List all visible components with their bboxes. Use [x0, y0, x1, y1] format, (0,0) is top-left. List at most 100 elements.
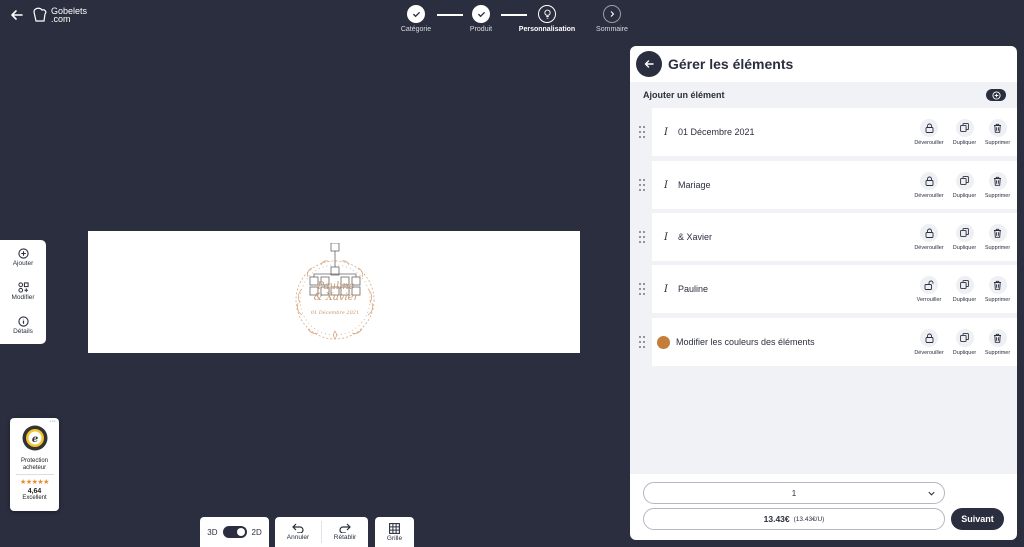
delete-button[interactable]: Supprimer: [981, 328, 1014, 356]
lock-button[interactable]: Déverouiller: [910, 328, 948, 356]
element-label[interactable]: & Xavier: [678, 232, 910, 242]
text-type-icon: I: [664, 179, 668, 191]
rating-text: Excellent: [22, 495, 47, 501]
back-arrow-icon[interactable]: [10, 8, 24, 22]
info-icon: [17, 315, 29, 327]
trust-line2: acheteur: [22, 465, 47, 471]
add-element-button[interactable]: [986, 89, 1006, 101]
add-element-label: Ajouter un élément: [643, 90, 725, 100]
quantity-select[interactable]: 1: [643, 482, 945, 504]
drag-handle-icon[interactable]: [638, 125, 646, 139]
element-label[interactable]: Mariage: [678, 180, 910, 190]
duplicate-icon: [955, 118, 974, 137]
drag-handle-icon[interactable]: [638, 335, 646, 349]
lightbulb-icon: [538, 5, 556, 23]
check-icon: [472, 5, 490, 23]
redo-button[interactable]: Rétablir: [322, 517, 368, 547]
add-element-row[interactable]: Ajouter un élément: [630, 82, 1017, 108]
lock-label: Déverouiller: [914, 349, 944, 356]
svg-text:e: e: [31, 434, 37, 445]
lock-button[interactable]: Déverouiller: [910, 223, 948, 251]
delete-button[interactable]: Supprimer: [981, 223, 1014, 251]
element-row[interactable]: I & Xavier Déverouiller Dupliquer Suppri…: [630, 213, 1017, 261]
drag-handle-icon[interactable]: [638, 178, 646, 192]
delete-label: Supprimer: [984, 296, 1011, 303]
duplicate-button[interactable]: Dupliquer: [948, 328, 981, 356]
duplicate-button[interactable]: Dupliquer: [948, 223, 981, 251]
lock-icon: [920, 328, 938, 347]
next-button[interactable]: Suivant: [951, 508, 1004, 530]
delete-button[interactable]: Supprimer: [981, 171, 1014, 199]
duplicate-label: Dupliquer: [952, 296, 977, 303]
design-canvas[interactable]: Pauline & Xavier 01 Décembre 2021: [88, 231, 580, 353]
element-row[interactable]: I Mariage Déverouiller Dupliquer Supprim…: [630, 161, 1017, 209]
panel-title: Gérer les éléments: [668, 56, 794, 72]
undo-button[interactable]: Annuler: [275, 517, 321, 547]
label-3d[interactable]: 3D: [207, 528, 217, 537]
lock-label: Déverouiller: [914, 244, 944, 251]
lock-label: Déverouiller: [914, 192, 944, 199]
duplicate-button[interactable]: Dupliquer: [948, 171, 981, 199]
side-details-button[interactable]: Détails: [0, 308, 46, 342]
grid-control: Grille: [375, 517, 414, 547]
delete-label: Supprimer: [984, 244, 1011, 251]
duplicate-button[interactable]: Dupliquer: [948, 118, 981, 146]
lock-label: Déverouiller: [914, 139, 944, 146]
drag-handle-icon[interactable]: [638, 282, 646, 296]
trash-icon: [988, 223, 1007, 242]
plus-circle-icon: [991, 90, 1001, 100]
lock-button[interactable]: Déverouiller: [910, 171, 948, 199]
element-row[interactable]: Modifier les couleurs des éléments Déver…: [630, 318, 1017, 366]
panel-footer: 1 13.43€ (13.43€/U) Suivant: [630, 474, 1017, 540]
drag-handle-icon[interactable]: [638, 230, 646, 244]
element-label[interactable]: Modifier les couleurs des éléments: [676, 337, 910, 347]
undo-icon: [292, 523, 304, 533]
trust-badge[interactable]: ··· e Protection acheteur ★★★★★ 4,64 Exc…: [10, 418, 59, 511]
duplicate-label: Dupliquer: [952, 349, 977, 356]
element-row[interactable]: I Pauline Verrouiller Dupliquer Supprime…: [630, 265, 1017, 313]
3d-2d-switch[interactable]: [222, 526, 247, 538]
element-label[interactable]: Pauline: [678, 284, 910, 294]
unlock-button[interactable]: Verrouiller: [910, 275, 948, 303]
quantity-value: 1: [791, 488, 797, 498]
trash-icon: [988, 275, 1007, 294]
side-edit-button[interactable]: Modifier: [0, 274, 46, 308]
step-sommaire[interactable]: Sommaire: [572, 5, 652, 33]
element-label[interactable]: 01 Décembre 2021: [678, 127, 910, 137]
delete-button[interactable]: Supprimer: [981, 275, 1014, 303]
view-mode-toggle[interactable]: 3D 2D: [200, 517, 269, 547]
text-type-icon: I: [664, 283, 668, 295]
duplicate-icon: [955, 223, 974, 242]
label-2d[interactable]: 2D: [252, 528, 262, 537]
lock-button[interactable]: Déverouiller: [910, 118, 948, 146]
side-add-button[interactable]: Ajouter: [0, 240, 46, 274]
logo-cup-icon: [33, 7, 47, 22]
color-swatch[interactable]: [657, 335, 670, 349]
unlock-icon: [920, 275, 938, 294]
shapes-icon: [17, 281, 29, 293]
text-type-icon: I: [664, 126, 668, 138]
duplicate-button[interactable]: Dupliquer: [948, 275, 981, 303]
element-row[interactable]: I 01 Décembre 2021 Déverouiller Duplique…: [630, 108, 1017, 156]
grid-icon: [389, 522, 400, 534]
lock-icon: [920, 118, 938, 137]
side-add-label: Ajouter: [12, 259, 34, 267]
delete-label: Supprimer: [984, 349, 1011, 356]
delete-button[interactable]: Supprimer: [981, 118, 1014, 146]
grid-button[interactable]: Grille: [375, 517, 414, 547]
panel-back-button[interactable]: [636, 51, 662, 77]
lock-label: Verrouiller: [916, 296, 942, 303]
undo-label: Annuler: [286, 534, 310, 541]
more-icon[interactable]: ···: [49, 418, 56, 425]
lock-icon: [920, 223, 938, 242]
duplicate-label: Dupliquer: [952, 192, 977, 199]
manage-elements-panel: Gérer les éléments Ajouter un élément I …: [630, 46, 1017, 540]
logo[interactable]: Gobelets .com: [31, 6, 87, 24]
duplicate-icon: [955, 275, 974, 294]
history-controls: Annuler Rétablir: [275, 517, 368, 547]
redo-label: Rétablir: [333, 534, 357, 541]
trash-icon: [988, 118, 1007, 137]
side-edit-label: Modifier: [11, 293, 35, 301]
price-total: 13.43€: [763, 514, 790, 524]
trusted-shops-seal-icon: e: [22, 425, 47, 451]
